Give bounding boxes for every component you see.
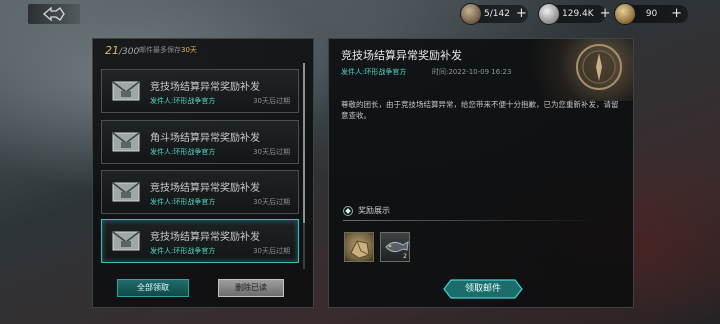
mail-list-scrollbar[interactable] — [303, 63, 305, 269]
add-stamina-button[interactable]: + — [516, 7, 527, 21]
rewards-label: 奖励展示 — [358, 206, 390, 215]
claim-mail-button[interactable]: 领取邮件 — [443, 279, 523, 299]
mail-detail-sender: 发件人:环形战争官方 — [341, 68, 407, 76]
mail-list-panel: 21/300 邮件最多保存30天 竞技场结算异常奖励补发 发件人:环形战争官方 … — [92, 38, 314, 308]
mail-item-expiry: 30天后过期 — [253, 148, 290, 156]
mail-detail-body: 尊敬的团长，由于竞技场结算异常，给您带来不便十分抱歉，已为您重新补发，请留意查收… — [341, 100, 619, 120]
mail-item-title: 角斗场结算异常奖励补发 — [150, 133, 260, 144]
reward-item[interactable] — [344, 232, 374, 262]
mail-item-sender: 发件人:环形战争官方 — [150, 198, 216, 206]
mail-note-days: 30天 — [181, 46, 197, 54]
mail-item-expiry: 30天后过期 — [253, 97, 290, 105]
add-silver-button[interactable]: + — [600, 7, 611, 21]
mail-count: 21/300 — [105, 44, 139, 57]
mail-detail-panel: 竞技场结算异常奖励补发 发件人:环形战争官方 时间:2022-10-09 16:… — [328, 38, 634, 308]
top-bar: 5/142 + 129.4K + 90 + — [0, 0, 720, 28]
mail-count-current: 21 — [105, 44, 119, 57]
mail-envelope-icon — [112, 81, 140, 101]
mail-envelope-icon — [112, 231, 140, 251]
compass-icon — [576, 44, 622, 90]
mail-item-selected[interactable]: 竞技场结算异常奖励补发 发件人:环形战争官方 30天后过期 — [101, 219, 299, 263]
mail-item-title: 竞技场结算异常奖励补发 — [150, 183, 260, 194]
back-button[interactable] — [28, 4, 80, 24]
reward-item[interactable]: 2 — [380, 232, 410, 262]
mail-envelope-icon — [112, 182, 140, 202]
mail-detail-title: 竞技场结算异常奖励补发 — [341, 49, 462, 62]
add-gold-button[interactable]: + — [671, 7, 682, 21]
stamina-value: 5/142 — [484, 9, 510, 19]
mail-item[interactable]: 竞技场结算异常奖励补发 发件人:环形战争官方 30天后过期 — [101, 69, 299, 113]
delete-read-button[interactable]: 删除已读 — [218, 279, 284, 297]
mail-item[interactable]: 角斗场结算异常奖励补发 发件人:环形战争官方 30天后过期 — [101, 120, 299, 164]
reward-count: 2 — [403, 253, 407, 260]
gold-coin-icon — [614, 3, 636, 25]
mail-item-expiry: 30天后过期 — [253, 247, 290, 255]
mail-retention-note: 邮件最多保存30天 — [139, 45, 197, 55]
mail-item[interactable]: 竞技场结算异常奖励补发 发件人:环形战争官方 30天后过期 — [101, 170, 299, 214]
mail-item-expiry: 30天后过期 — [253, 198, 290, 206]
arena-token-icon — [350, 240, 370, 259]
silver-resource: 129.4K + — [538, 3, 611, 25]
mail-note-text: 邮件最多保存 — [139, 46, 181, 54]
compass-decoration — [513, 39, 633, 101]
mail-count-total: /300 — [119, 47, 140, 57]
mail-item-sender: 发件人:环形战争官方 — [150, 97, 216, 105]
gold-value: 90 — [645, 9, 658, 19]
mail-list[interactable]: 竞技场结算异常奖励补发 发件人:环形战争官方 30天后过期 角斗场结算异常奖励补… — [99, 63, 305, 269]
mail-item-title: 竞技场结算异常奖励补发 — [150, 232, 260, 243]
rewards-divider — [343, 220, 603, 221]
claim-all-button[interactable]: 全部领取 — [117, 279, 189, 297]
mail-item-sender: 发件人:环形战争官方 — [150, 247, 216, 255]
mail-item-sender: 发件人:环形战争官方 — [150, 148, 216, 156]
silver-coin-icon — [538, 3, 560, 25]
claim-mail-label: 领取邮件 — [464, 284, 501, 294]
mail-item-title: 竞技场结算异常奖励补发 — [150, 82, 260, 93]
scrollbar-thumb[interactable] — [303, 63, 305, 223]
silver-value: 129.4K — [562, 9, 594, 19]
back-arrow-icon — [43, 6, 65, 22]
stamina-resource: 5/142 + — [460, 3, 528, 25]
gold-resource: 90 + — [614, 3, 688, 25]
diamond-icon — [343, 205, 353, 216]
mail-envelope-icon — [112, 132, 140, 152]
stamina-icon — [460, 3, 482, 25]
rewards-header: 奖励展示 — [343, 205, 390, 216]
mail-detail-time: 时间:2022-10-09 16:23 — [432, 68, 512, 76]
